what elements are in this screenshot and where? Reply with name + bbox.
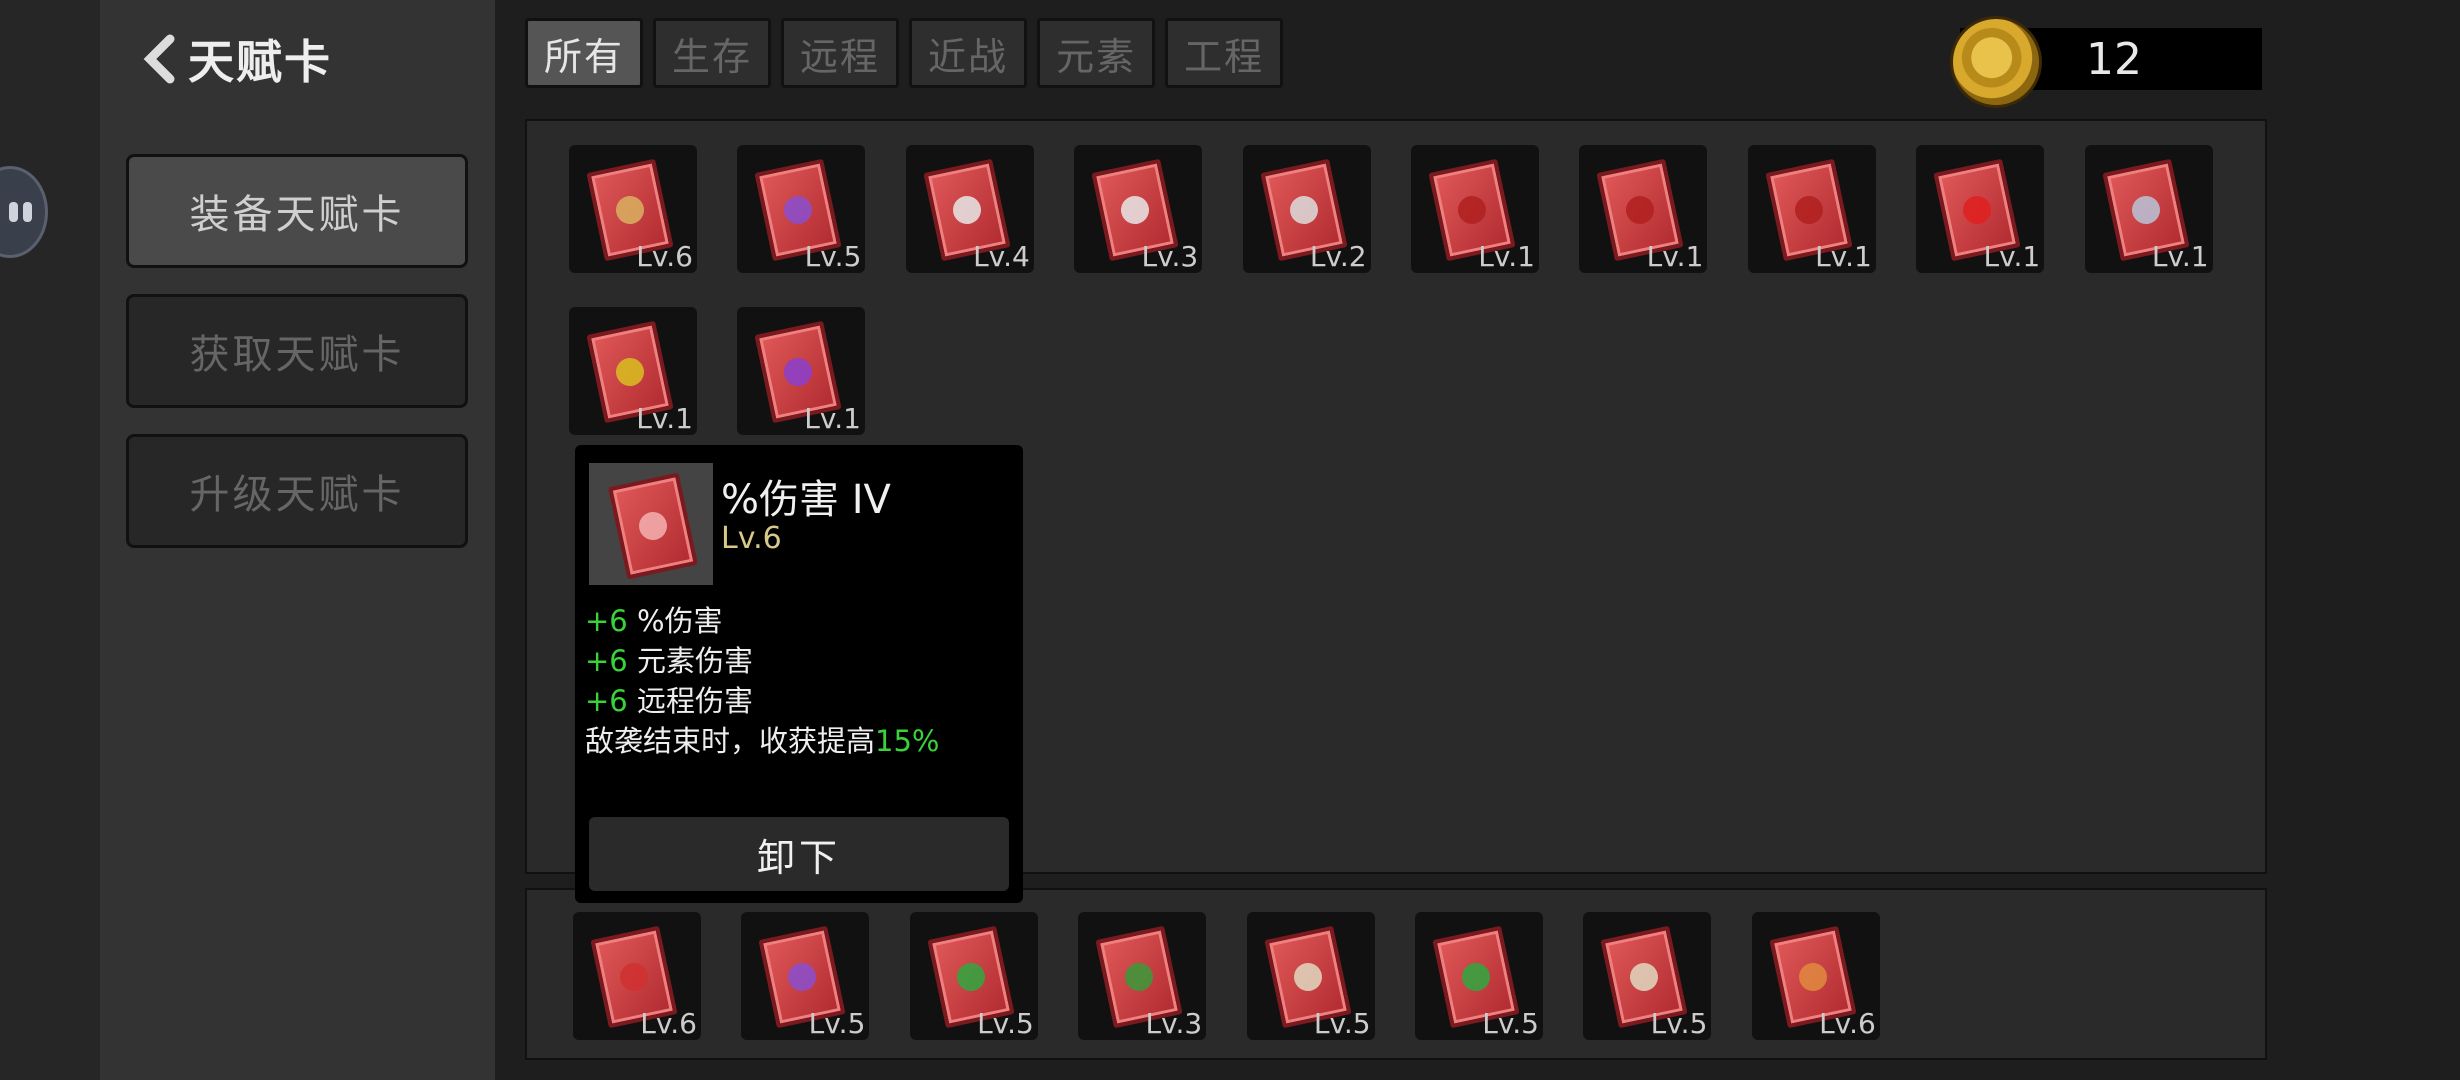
card-slot[interactable]: Lv.3 (1078, 912, 1207, 1040)
card-slot[interactable]: Lv.4 (905, 145, 1034, 273)
wind-icon (2128, 193, 2163, 227)
card-level: Lv.6 (721, 521, 782, 556)
target-icon (1792, 193, 1826, 227)
card-slot[interactable]: Lv.6 (1751, 912, 1880, 1040)
card-slot[interactable]: Lv.1 (2084, 145, 2213, 273)
card-slot[interactable]: Lv.5 (1246, 912, 1375, 1040)
stat-line: +6 远程伤害 (585, 684, 753, 718)
card-slot[interactable]: Lv.6 (573, 912, 701, 1040)
card-slot[interactable]: Lv.5 (909, 912, 1038, 1040)
burst-icon (617, 960, 651, 994)
sidebar-item-equip[interactable]: 装备天赋卡 (126, 154, 468, 268)
back-button[interactable]: 天赋卡 (140, 26, 332, 92)
card-level-label: Lv.6 (1819, 1007, 1876, 1040)
sword-icon (1290, 960, 1325, 994)
category-tabs: 所有 生存 远程 近战 元素 工程 (525, 18, 1284, 88)
card-level-label: Lv.6 (636, 240, 693, 273)
tab-ranged[interactable]: 远程 (781, 18, 900, 88)
card-level-label: Lv.4 (973, 240, 1030, 273)
card-level-label: Lv.1 (636, 402, 693, 435)
tab-all[interactable]: 所有 (525, 18, 644, 88)
purple-rune-icon (785, 960, 819, 994)
hourglass-icon (1286, 193, 1321, 227)
stat-line: +6 %伤害 (585, 604, 723, 638)
card-level-label: Lv.1 (1815, 240, 1872, 273)
card-slot[interactable]: Lv.6 (569, 145, 697, 273)
card-slot[interactable]: Lv.2 (1242, 145, 1371, 273)
card-level-label: Lv.6 (640, 1007, 697, 1040)
card-level-label: Lv.5 (1313, 1007, 1371, 1040)
card-slot[interactable]: Lv.3 (1074, 145, 1203, 273)
star-burst-icon (1960, 193, 1994, 227)
card-slot[interactable]: Lv.1 (1411, 145, 1539, 273)
wheat-icon (613, 193, 647, 227)
card-level-label: Lv.1 (1478, 240, 1535, 273)
card-slot[interactable]: Lv.1 (1747, 145, 1876, 273)
card-level-label: Lv.1 (1983, 240, 2041, 273)
card-level-label: Lv.5 (808, 1007, 866, 1040)
card-level-label: Lv.3 (1145, 1007, 1203, 1040)
card-detail-popup: %伤害 IV Lv.6 +6 %伤害 +6 元素伤害 +6 远程伤害 敌袭结束时… (575, 445, 1023, 903)
card-level-label: Lv.5 (804, 240, 862, 273)
flame-icon (1796, 960, 1830, 994)
card-level-label: Lv.5 (977, 1007, 1034, 1040)
target-icon (1623, 193, 1657, 227)
card-level-label: Lv.5 (1482, 1007, 1539, 1040)
card-slot[interactable]: Lv.5 (1583, 912, 1712, 1040)
effect-line: 敌袭结束时，收获提高15% (585, 724, 940, 758)
card-slot[interactable]: Lv.1 (737, 307, 865, 435)
card-level-label: Lv.1 (804, 402, 861, 435)
page-title: 天赋卡 (188, 35, 332, 89)
heart-icon (954, 960, 988, 994)
card-slot[interactable]: Lv.5 (1415, 912, 1543, 1040)
coin-count: 12 (2086, 34, 2142, 85)
sidebar: 天赋卡 装备天赋卡 获取天赋卡 升级天赋卡 (100, 0, 495, 1080)
card-slot[interactable]: Lv.1 (1916, 145, 2045, 273)
left-edge-panel (0, 0, 100, 1080)
equipped-cards-panel: Lv.6 Lv.5 Lv.5 Lv.3 Lv.5 Lv.5 Lv.5 Lv.6 (525, 888, 2267, 1060)
card-thumbnail (589, 463, 713, 585)
card-level-label: Lv.5 (1650, 1007, 1708, 1040)
card-slot[interactable]: Lv.5 (737, 145, 866, 273)
heart-sword-icon (1122, 960, 1156, 994)
card-slot[interactable]: Lv.1 (1579, 145, 1708, 273)
card-level-label: Lv.1 (1646, 240, 1704, 273)
sidebar-item-obtain[interactable]: 获取天赋卡 (126, 294, 468, 408)
target-icon (1455, 193, 1489, 227)
tab-melee[interactable]: 近战 (909, 18, 1028, 88)
card-slot[interactable]: Lv.1 (569, 307, 697, 435)
chevron-left-icon (143, 34, 175, 84)
card-slot[interactable]: Lv.5 (741, 912, 870, 1040)
heart-icon (1459, 960, 1493, 994)
unequip-button[interactable]: 卸下 (589, 817, 1009, 891)
sidebar-item-upgrade[interactable]: 升级天赋卡 (126, 434, 468, 548)
tab-engineering[interactable]: 工程 (1165, 18, 1284, 88)
purple-rune-icon (781, 193, 815, 227)
tab-survival[interactable]: 生存 (653, 18, 772, 88)
boot-icon (950, 193, 984, 227)
card-level-label: Lv.2 (1309, 240, 1367, 273)
wifi-icon (781, 355, 815, 389)
shield-icon (613, 355, 647, 389)
card-level-label: Lv.3 (1141, 240, 1199, 273)
boot-icon (1118, 193, 1152, 227)
card-stats: +6 %伤害 +6 元素伤害 +6 远程伤害 敌袭结束时，收获提高15% (585, 601, 939, 761)
coin-icon (1950, 16, 2042, 108)
tab-element[interactable]: 元素 (1037, 18, 1156, 88)
card-level-label: Lv.1 (2151, 240, 2209, 273)
sword-icon (1627, 960, 1661, 994)
stat-line: +6 元素伤害 (585, 644, 753, 678)
card-name: %伤害 IV (721, 477, 891, 523)
